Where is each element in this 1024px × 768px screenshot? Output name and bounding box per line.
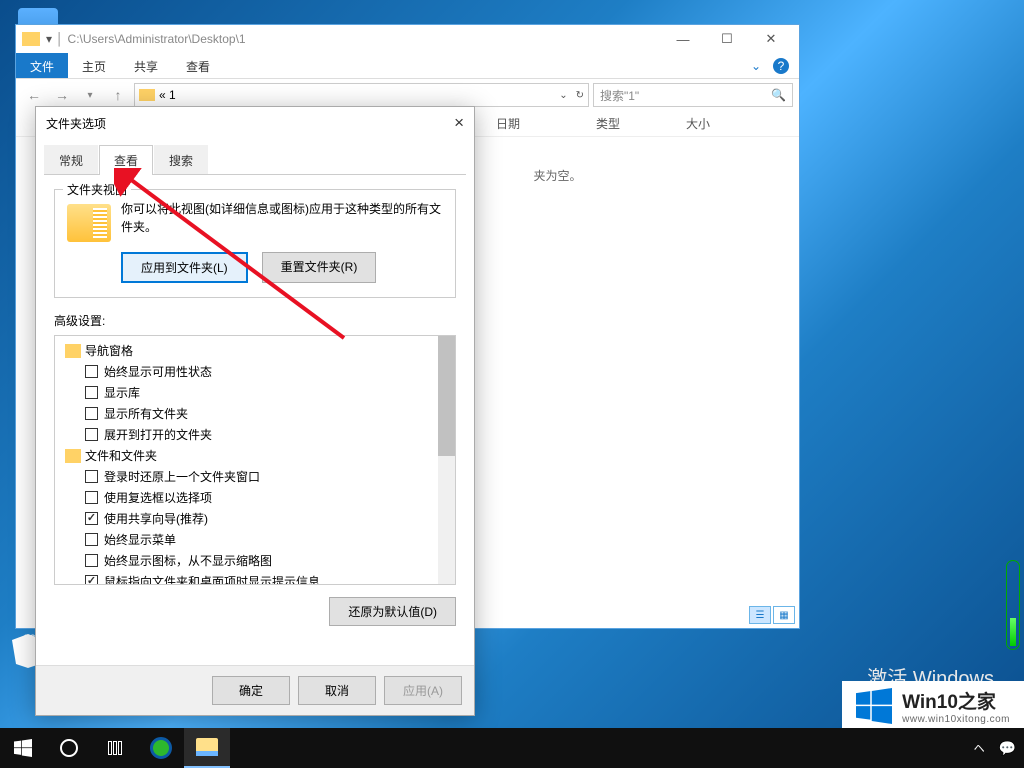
advanced-label: 高级设置: bbox=[54, 312, 456, 329]
tray-expand-icon[interactable]: ヘ bbox=[974, 740, 985, 756]
dialog-title: 文件夹选项 bbox=[46, 115, 106, 132]
minimize-button[interactable]: — bbox=[661, 25, 705, 53]
nav-back-button[interactable]: ← bbox=[22, 83, 46, 107]
brand-watermark: Win10之家 www.win10xitong.com bbox=[842, 681, 1024, 728]
task-view-button[interactable] bbox=[92, 728, 138, 768]
folder-view-legend: 文件夹视图 bbox=[63, 181, 131, 198]
tree-files-folders: 文件和文件夹 bbox=[59, 445, 451, 466]
ribbon-tab-home[interactable]: 主页 bbox=[68, 53, 120, 78]
tab-search[interactable]: 搜索 bbox=[154, 145, 208, 175]
tree-option: 显示所有文件夹 bbox=[59, 403, 451, 424]
help-icon[interactable]: ? bbox=[773, 58, 789, 74]
tab-general[interactable]: 常规 bbox=[44, 145, 98, 175]
search-input[interactable]: 搜索"1" 🔍 bbox=[593, 83, 793, 107]
tree-option: 展开到打开的文件夹 bbox=[59, 424, 451, 445]
restore-defaults-button[interactable]: 还原为默认值(D) bbox=[329, 597, 456, 626]
folder-icon bbox=[67, 204, 111, 242]
search-icon: 🔍 bbox=[771, 88, 786, 102]
tab-view[interactable]: 查看 bbox=[99, 145, 153, 175]
ribbon-expand-icon[interactable]: ⌄ bbox=[751, 59, 761, 73]
ok-button[interactable]: 确定 bbox=[212, 676, 290, 705]
nav-up-button[interactable]: ↑ bbox=[106, 83, 130, 107]
ribbon-tab-share[interactable]: 共享 bbox=[120, 53, 172, 78]
folder-icon bbox=[139, 89, 155, 101]
tree-option: 显示库 bbox=[59, 382, 451, 403]
tree-nav-pane: 导航窗格 bbox=[59, 340, 451, 361]
tree-option: 登录时还原上一个文件夹窗口 bbox=[59, 466, 451, 487]
tree-option: 始终显示可用性状态 bbox=[59, 361, 451, 382]
edge-button[interactable] bbox=[138, 728, 184, 768]
tree-option: 始终显示菜单 bbox=[59, 529, 451, 550]
tree-option: 始终显示图标，从不显示缩略图 bbox=[59, 550, 451, 571]
ribbon-tab-file[interactable]: 文件 bbox=[16, 53, 68, 78]
taskbar: ヘ 💬 bbox=[0, 728, 1024, 768]
apply-to-folders-button[interactable]: 应用到文件夹(L) bbox=[121, 252, 248, 283]
refresh-icon[interactable]: ↻ bbox=[576, 90, 584, 101]
close-button[interactable]: ✕ bbox=[749, 25, 793, 53]
file-explorer-button[interactable] bbox=[184, 728, 230, 768]
meter-gadget bbox=[1006, 560, 1020, 650]
window-path: C:\Users\Administrator\Desktop\1 bbox=[68, 32, 246, 46]
quickaccess-pin-icon[interactable]: ▾ bbox=[46, 32, 52, 46]
ribbon-tab-view[interactable]: 查看 bbox=[172, 53, 224, 78]
start-button[interactable] bbox=[0, 728, 46, 768]
windows-logo-icon bbox=[856, 688, 892, 724]
advanced-settings-tree[interactable]: 导航窗格 始终显示可用性状态 显示库 显示所有文件夹 展开到打开的文件夹 文件和… bbox=[54, 335, 456, 585]
nav-history-button[interactable]: ▾ bbox=[78, 83, 102, 107]
scrollbar-thumb[interactable] bbox=[438, 336, 455, 456]
notifications-icon[interactable]: 💬 bbox=[999, 740, 1016, 757]
reset-folders-button[interactable]: 重置文件夹(R) bbox=[262, 252, 377, 283]
view-icons-button[interactable]: ▦ bbox=[773, 606, 795, 624]
cancel-button[interactable]: 取消 bbox=[298, 676, 376, 705]
maximize-button[interactable]: ☐ bbox=[705, 25, 749, 53]
addr-dropdown-icon[interactable]: ⌄ bbox=[559, 90, 567, 101]
tree-option: 使用共享向导(推荐) bbox=[59, 508, 451, 529]
tree-option: 使用复选框以选择项 bbox=[59, 487, 451, 508]
address-bar[interactable]: « 1 ⌄↻ bbox=[134, 83, 589, 107]
nav-forward-button[interactable]: → bbox=[50, 83, 74, 107]
folder-icon bbox=[22, 32, 40, 46]
folder-view-desc: 你可以将此视图(如详细信息或图标)应用于这种类型的所有文件夹。 bbox=[121, 200, 443, 236]
view-details-button[interactable]: ☰ bbox=[749, 606, 771, 624]
tree-option: 鼠标指向文件夹和桌面项时显示提示信息 bbox=[59, 571, 451, 585]
apply-button[interactable]: 应用(A) bbox=[384, 676, 462, 705]
cortana-button[interactable] bbox=[46, 728, 92, 768]
close-icon[interactable]: × bbox=[454, 113, 464, 133]
folder-options-dialog: 文件夹选项 × 常规 查看 搜索 文件夹视图 你可以将此视图(如详细信息或图标)… bbox=[35, 106, 475, 716]
